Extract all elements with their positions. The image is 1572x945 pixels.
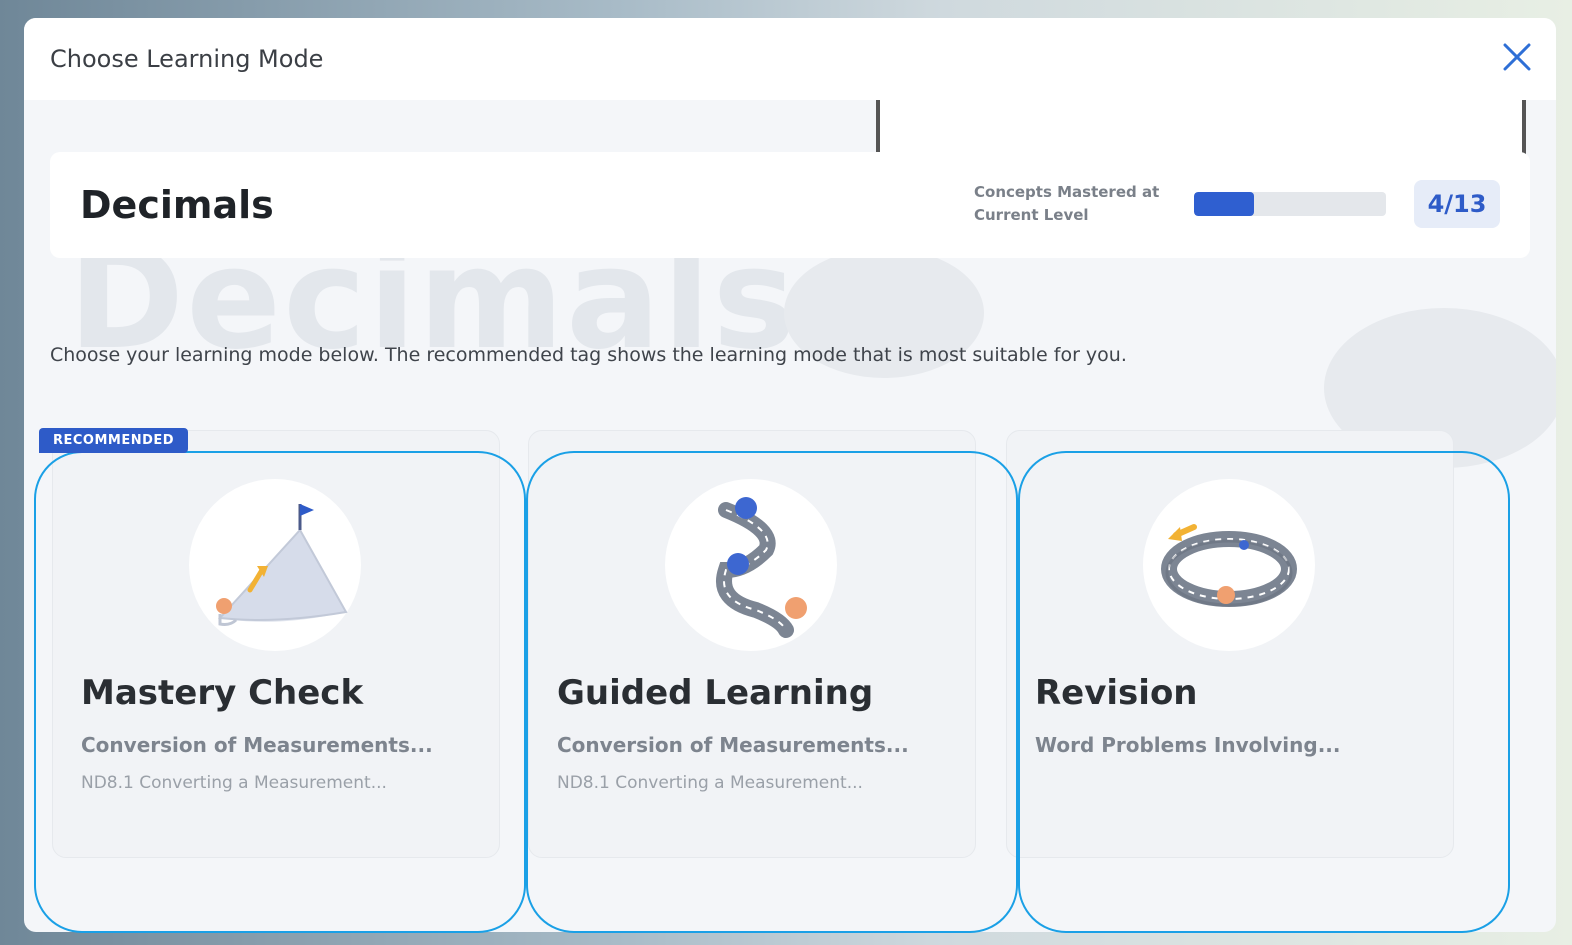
mode-name: Mastery Check (81, 673, 364, 713)
close-icon (1503, 43, 1531, 71)
progress-count: 4/13 (1414, 180, 1500, 228)
mode-icon-circle (189, 479, 361, 651)
mastery-label: Concepts Mastered at Current Level (974, 183, 1160, 224)
modal-title: Choose Learning Mode (50, 45, 324, 73)
mode-subtitle: Word Problems Involving... (1035, 733, 1341, 757)
mode-description: ND8.1 Converting a Measurement... (81, 773, 387, 793)
mastery-progress: Concepts Mastered at Current Level 4/13 (974, 180, 1500, 228)
mode-icon-circle (665, 479, 837, 651)
recommended-badge: RECOMMENDED (39, 428, 189, 453)
mode-card-revision[interactable]: Revision Word Problems Involving... (1006, 430, 1454, 858)
mode-subtitle: Conversion of Measurements... (81, 733, 433, 757)
progress-bar-fill (1194, 192, 1254, 216)
topic-card: Decimals Concepts Mastered at Current Le… (50, 152, 1530, 258)
mode-card-guided-learning[interactable]: Guided Learning Conversion of Measuremen… (528, 430, 976, 858)
progress-bar (1194, 192, 1386, 216)
close-button[interactable] (1500, 40, 1534, 74)
mode-subtitle: Conversion of Measurements... (557, 733, 909, 757)
loop-track-icon (1161, 524, 1297, 607)
mountain-flag-icon (216, 504, 348, 626)
mode-name: Revision (1035, 673, 1198, 713)
mode-icon-circle (1143, 479, 1315, 651)
mode-card-mastery-check[interactable]: Mastery Check Conversion of Measurements… (52, 430, 500, 858)
mode-description: ND8.1 Converting a Measurement... (557, 773, 863, 793)
topic-title: Decimals (80, 183, 274, 227)
winding-road-icon (716, 497, 807, 638)
learning-mode-modal: Decimals Choose Learning Mode Decimals C… (24, 18, 1556, 932)
mode-name: Guided Learning (557, 673, 874, 713)
instructions-text: Choose your learning mode below. The rec… (50, 344, 1127, 366)
modal-header: Choose Learning Mode (24, 18, 1556, 100)
